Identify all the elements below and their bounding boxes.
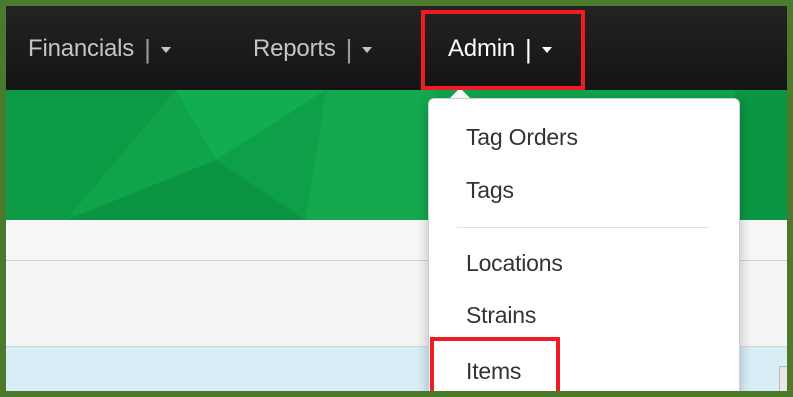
nav-financials-label: Financials <box>28 35 135 62</box>
menu-item-tags[interactable]: Tags <box>466 173 514 207</box>
items-highlight-box <box>430 337 560 391</box>
caret-down-icon[interactable] <box>362 47 373 53</box>
nav-reports-separator: | <box>345 33 353 64</box>
screenshot-frame: Financials | Reports | Admin | Tag Order… <box>0 0 793 397</box>
top-navbar: Financials | Reports | Admin | <box>6 6 787 90</box>
nav-financials[interactable]: Financials | <box>28 30 171 68</box>
caret-down-icon[interactable] <box>160 47 171 53</box>
menu-item-tag-orders[interactable]: Tag Orders <box>466 120 578 154</box>
admin-highlight-box <box>421 10 585 90</box>
nav-financials-separator: | <box>144 33 151 64</box>
menu-item-strains[interactable]: Strains <box>466 298 536 332</box>
nav-reports[interactable]: Reports | <box>253 30 373 68</box>
menu-item-locations[interactable]: Locations <box>466 246 563 280</box>
menu-divider <box>457 227 709 228</box>
side-panel-tab[interactable] <box>779 366 787 391</box>
nav-reports-label: Reports <box>253 35 336 62</box>
